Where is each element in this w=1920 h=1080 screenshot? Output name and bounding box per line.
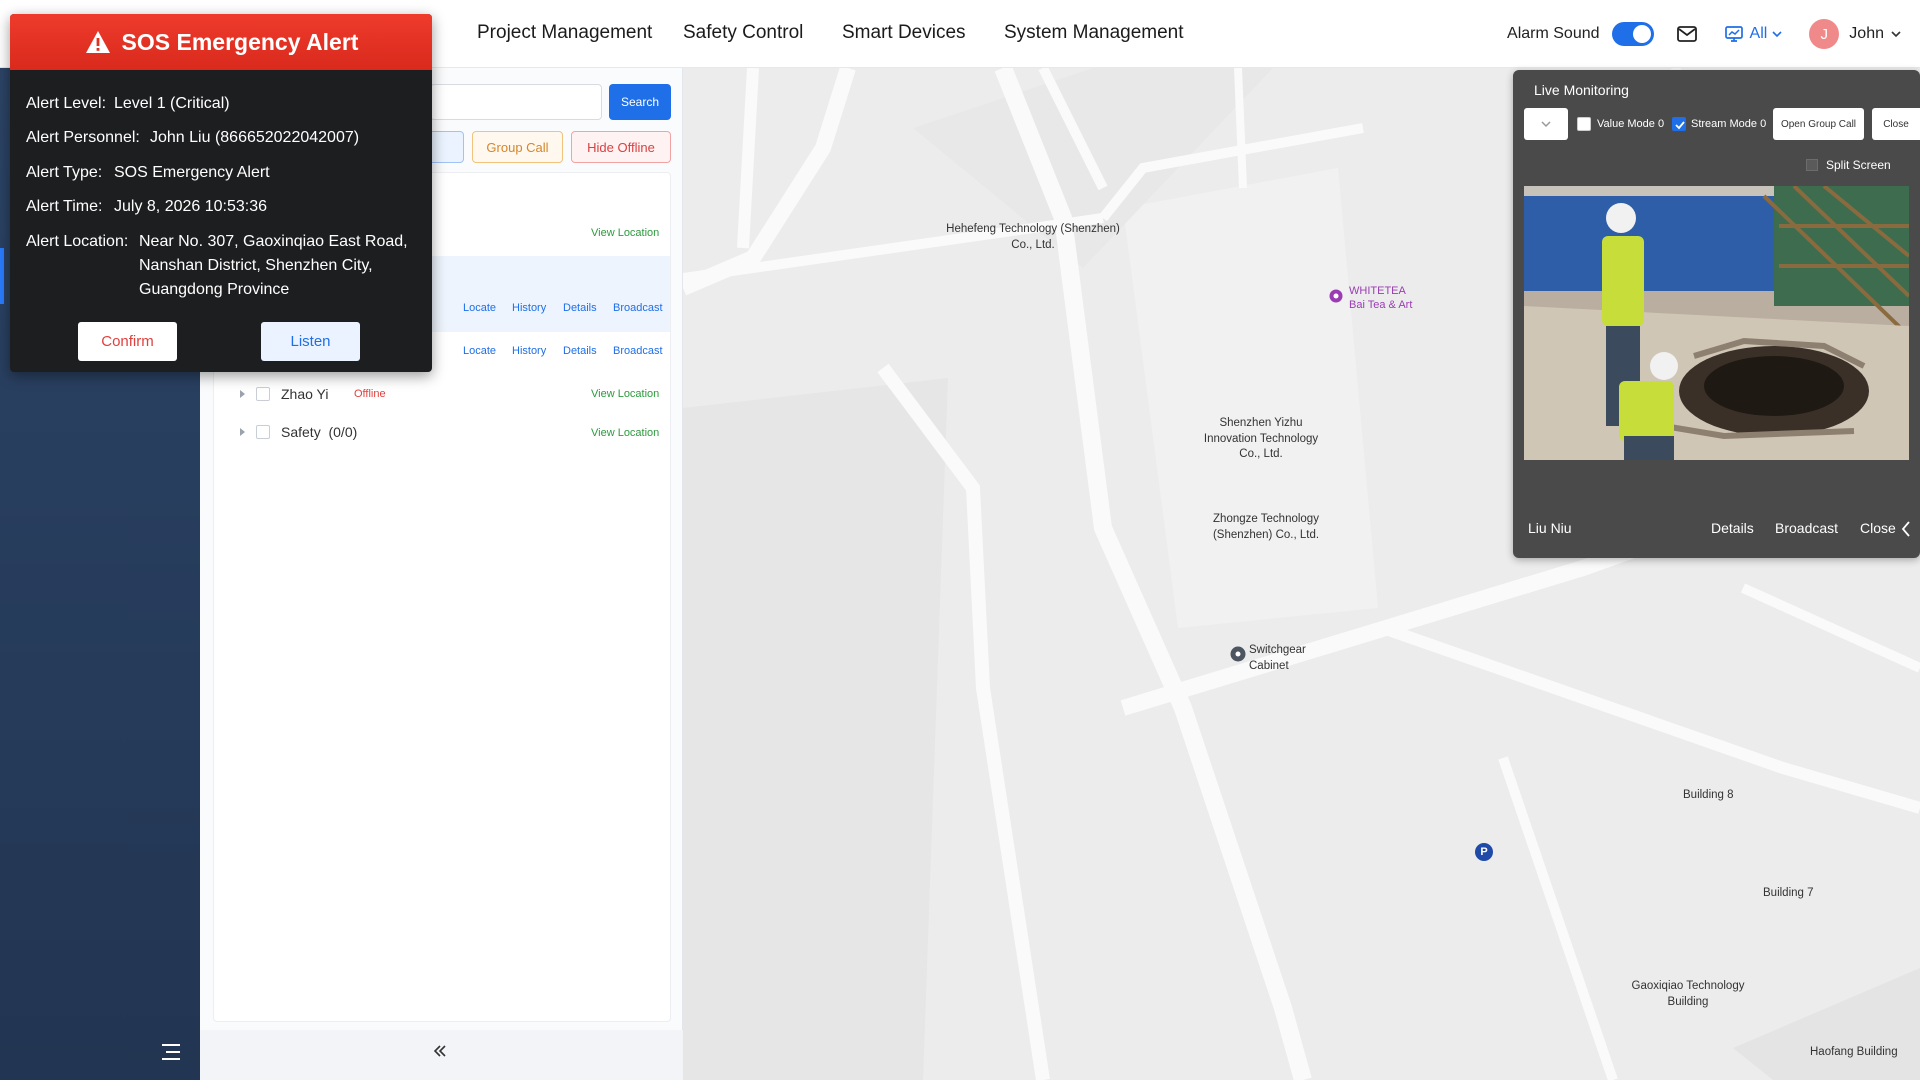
nav-project-management[interactable]: Project Management (477, 22, 652, 44)
user-name[interactable]: John (1849, 25, 1884, 43)
map-poi-label[interactable]: Haofang Building (1810, 1045, 1898, 1061)
map-poi-label[interactable]: Shenzhen Yizhu Innovation Technology Co.… (1196, 416, 1326, 463)
parking-pin-icon[interactable]: P (1475, 843, 1493, 861)
map-poi-label[interactable]: Building 7 (1763, 886, 1814, 902)
live-details-button[interactable]: Details (1711, 520, 1754, 536)
collapse-panel-icon[interactable] (432, 1043, 448, 1059)
group-name: Safety (0/0) (281, 424, 357, 440)
filter-all-dropdown[interactable]: All (1750, 25, 1768, 43)
broadcast-link[interactable]: Broadcast (613, 345, 663, 357)
view-location-link[interactable]: View Location (591, 227, 659, 239)
checkmark-icon (1675, 121, 1685, 130)
live-video-feed[interactable] (1524, 186, 1909, 460)
details-link[interactable]: Details (563, 345, 597, 357)
map-poi-label[interactable]: Hehefeng Technology (Shenzhen) Co., Ltd. (943, 222, 1123, 253)
map-poi-label[interactable]: Zhongze Technology (Shenzhen) Co., Ltd. (1201, 512, 1331, 543)
live-monitoring-title: Live Monitoring (1534, 82, 1629, 98)
alarm-sound-label: Alarm Sound (1507, 25, 1600, 42)
map-poi-whitetea[interactable]: WHITETEA Bai Tea & Art (1349, 284, 1412, 313)
alert-type-value: SOS Emergency Alert (114, 164, 270, 181)
search-button[interactable]: Search (609, 84, 671, 120)
alert-level-value: Level 1 (Critical) (114, 95, 230, 112)
view-location-link[interactable]: View Location (591, 427, 659, 439)
close-button[interactable]: Close (1872, 108, 1920, 140)
value-mode-label: Value Mode 0 (1597, 118, 1665, 130)
group-label: Safety (281, 424, 321, 440)
details-link[interactable]: Details (563, 302, 597, 314)
alarm-sound-toggle[interactable] (1611, 22, 1654, 46)
hide-offline-button[interactable]: Hide Offline (571, 131, 671, 163)
history-link[interactable]: History (512, 302, 546, 314)
alert-location-label: Alert Location: (26, 233, 129, 250)
stream-mode-checkbox[interactable] (1672, 117, 1686, 131)
sos-alert-dialog: SOS Emergency Alert Alert Level: Level 1… (10, 14, 432, 372)
row-checkbox[interactable] (256, 387, 270, 401)
map-poi-label[interactable]: Building 8 (1683, 788, 1734, 804)
confirm-button[interactable]: Confirm (78, 322, 177, 361)
chevron-left-icon[interactable] (1900, 520, 1912, 538)
alert-personnel-label: Alert Personnel: (26, 129, 140, 146)
mail-icon[interactable] (1676, 23, 1698, 45)
sos-alert-header: SOS Emergency Alert (10, 14, 432, 70)
chevron-down-icon (1541, 121, 1551, 128)
whitetea-subtitle: Bai Tea & Art (1349, 299, 1413, 312)
locate-link[interactable]: Locate (463, 345, 496, 357)
avatar[interactable]: J (1809, 19, 1840, 49)
alert-type-label: Alert Type: (26, 164, 103, 181)
chevron-down-icon[interactable] (1771, 28, 1783, 40)
alert-location-value: Near No. 307, Gaoxinqiao East Road, Nans… (139, 233, 408, 298)
stream-mode-label: Stream Mode 0 (1691, 118, 1767, 130)
expand-caret-icon[interactable] (240, 428, 245, 436)
listen-button[interactable]: Listen (261, 322, 360, 361)
split-screen-checkbox[interactable] (1806, 159, 1818, 171)
view-location-link[interactable]: View Location (591, 388, 659, 400)
nav-system-management[interactable]: System Management (1004, 22, 1184, 44)
menu-icon[interactable] (160, 1043, 182, 1061)
live-monitoring-window: Live Monitoring Value Mode 0 Stream Mode… (1513, 70, 1920, 558)
alert-level-label: Alert Level: (26, 95, 107, 112)
monitored-person-name: Liu Niu (1528, 520, 1572, 536)
history-link[interactable]: History (512, 345, 546, 357)
sidebar-active-indicator (0, 248, 4, 304)
expand-caret-icon[interactable] (240, 390, 245, 398)
top-right-toolbar: Alarm Sound All J John (1507, 0, 1920, 68)
split-screen-label: Split Screen (1826, 158, 1891, 172)
switchgear-pin-icon[interactable] (1230, 646, 1246, 662)
warning-icon (85, 31, 110, 53)
broadcast-link[interactable]: Broadcast (613, 302, 663, 314)
open-group-call-button[interactable]: Open Group Call (1773, 108, 1864, 140)
live-broadcast-button[interactable]: Broadcast (1775, 520, 1838, 536)
offline-badge: Offline (354, 388, 386, 400)
row-checkbox[interactable] (256, 425, 270, 439)
group-count: (0/0) (328, 424, 358, 440)
group-call-button[interactable]: Group Call (472, 131, 563, 163)
search-input[interactable] (430, 84, 602, 120)
alert-personnel-value: John Liu (866652022042007) (150, 129, 360, 146)
monitor-icon[interactable] (1724, 24, 1744, 44)
video-frame-image (1524, 186, 1909, 460)
chevron-down-icon[interactable] (1890, 28, 1902, 40)
sos-alert-title: SOS Emergency Alert (121, 28, 359, 55)
tea-shop-pin-icon[interactable] (1329, 289, 1343, 303)
locate-link[interactable]: Locate (463, 302, 496, 314)
map-poi-label[interactable]: Gaoxiqiao Technology Building (1623, 979, 1753, 1010)
person-name: Zhao Yi (281, 386, 329, 402)
alert-time-label: Alert Time: (26, 198, 103, 215)
live-close-button[interactable]: Close (1860, 520, 1896, 536)
value-mode-checkbox[interactable] (1577, 117, 1591, 131)
nav-smart-devices[interactable]: Smart Devices (842, 22, 966, 44)
whitetea-name: WHITETEA (1349, 285, 1406, 297)
nav-safety-control[interactable]: Safety Control (683, 22, 803, 44)
alert-time-value: July 8, 2026 10:53:36 (114, 198, 268, 215)
camera-select[interactable] (1524, 108, 1568, 140)
map-poi-label[interactable]: Switchgear Cabinet (1249, 643, 1329, 674)
